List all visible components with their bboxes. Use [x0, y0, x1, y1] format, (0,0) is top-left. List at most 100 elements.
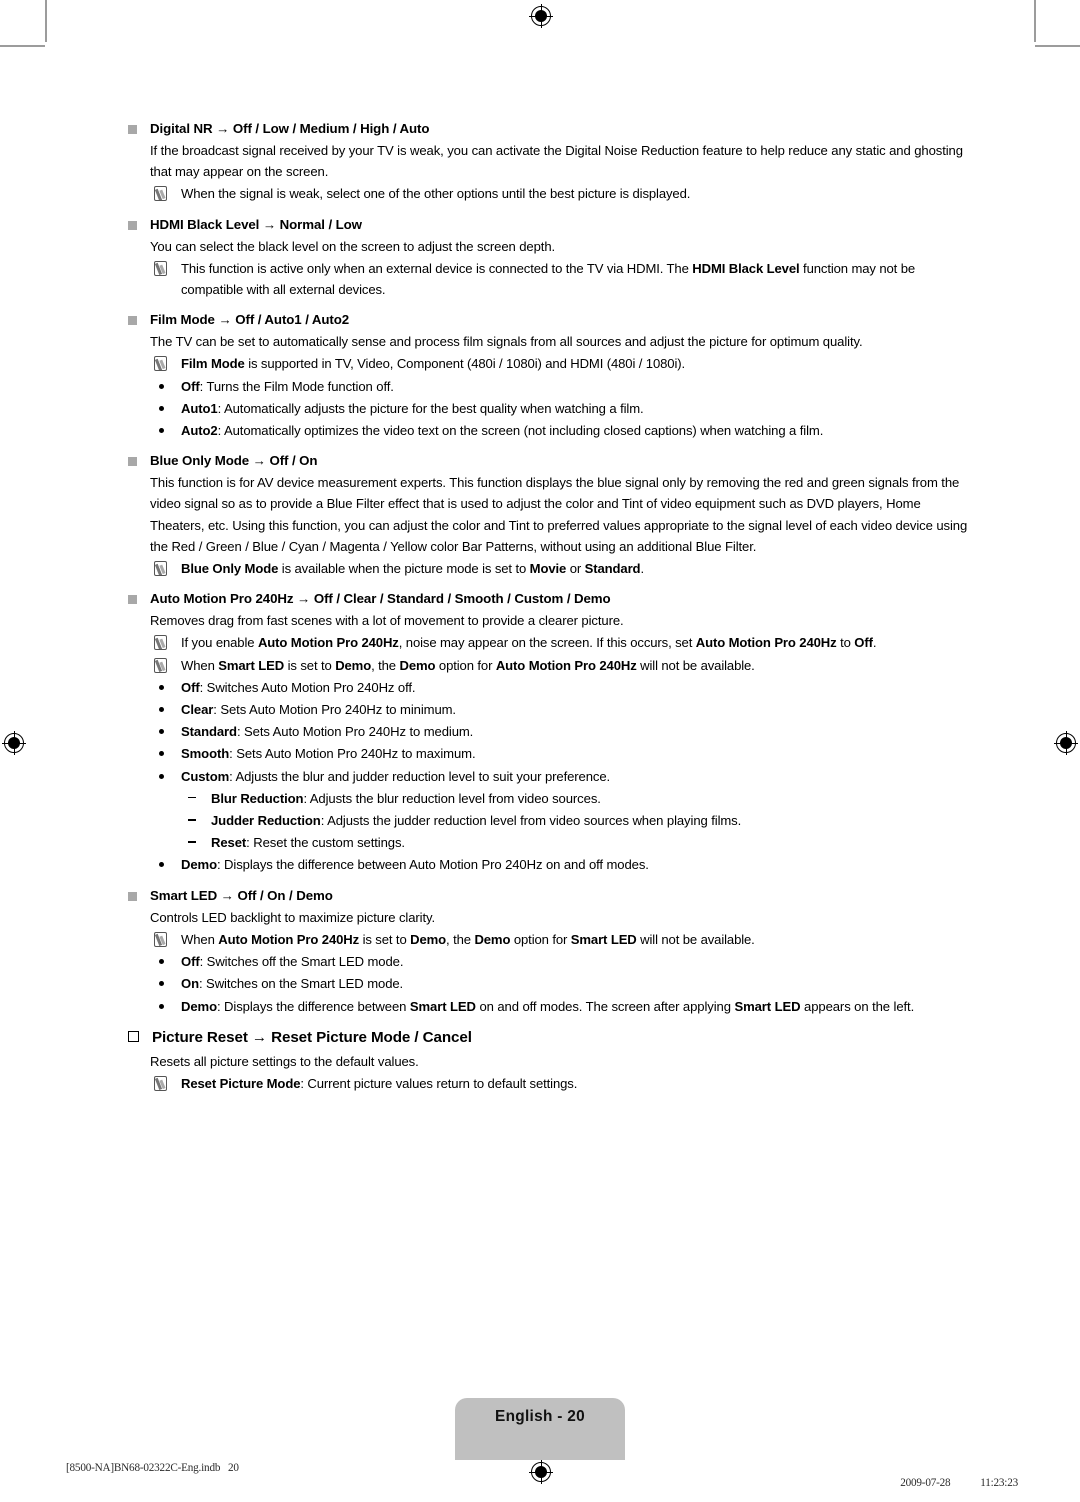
section-digital-nr: Digital NR → Off / Low / Medium / High /… [128, 118, 970, 205]
round-bullet-icon [159, 1003, 164, 1009]
note-line: Film Mode is supported in TV, Video, Com… [128, 353, 970, 374]
filled-square-bullet-icon [128, 891, 137, 901]
heading-term: Blue Only Mode [150, 453, 250, 469]
section-auto-motion-pro-240hz: Auto Motion Pro 240Hz → Off / Clear / St… [128, 588, 970, 875]
sub-bullet-item: Blur Reduction: Adjusts the blur reducti… [128, 788, 970, 809]
note-pencil-icon [154, 186, 167, 202]
footer-time: 11:23:23 [980, 1477, 1018, 1489]
manual-page: Digital NR → Off / Low / Medium / High /… [0, 0, 1080, 1489]
paragraph: You can select the black level on the sc… [150, 238, 556, 254]
round-bullet-icon [159, 959, 164, 965]
bullet-item: Demo: Displays the difference between Sm… [128, 996, 970, 1017]
note-line: When Smart LED is set to Demo, the Demo … [128, 655, 970, 676]
heading-term: HDMI Black Level [150, 216, 260, 232]
section-heading-picture-reset: Picture Reset → Reset Picture Mode / Can… [128, 1026, 970, 1050]
round-bullet-icon [159, 684, 164, 690]
crop-mark-top-left-vertical [45, 0, 47, 42]
paragraph: The TV can be set to automatically sense… [150, 334, 863, 350]
section-heading-digital-nr: Digital NR → Off / Low / Medium / High /… [128, 118, 970, 139]
note-line: This function is active only when an ext… [128, 258, 970, 300]
crop-mark-top-left-horizontal [0, 45, 45, 47]
dash-bullet-icon [188, 841, 196, 843]
note-line: When Auto Motion Pro 240Hz is set to Dem… [128, 929, 970, 950]
manual-body: Digital NR → Off / Low / Medium / High /… [128, 118, 970, 1106]
round-bullet-icon [159, 773, 164, 779]
registration-mark-bottom-center [529, 1460, 553, 1484]
heading-options: → Off / Clear / Standard / Smooth / Cust… [293, 591, 611, 607]
bullet-item: Off: Switches Auto Motion Pro 240Hz off. [128, 677, 970, 698]
registration-mark-top-center [529, 4, 553, 28]
registration-mark-right-middle [1054, 731, 1078, 755]
bullet-item: Clear: Sets Auto Motion Pro 240Hz to min… [128, 699, 970, 720]
note-line: When the signal is weak, select one of t… [128, 183, 970, 204]
footer-missing-glyphs [956, 1478, 978, 1490]
dash-bullet-icon [188, 796, 196, 799]
paragraph: If the broadcast signal received by your… [150, 143, 963, 180]
note-pencil-icon [154, 1075, 167, 1091]
note-pencil-icon [154, 657, 167, 673]
heading-options: → Off / On [249, 453, 318, 469]
dash-bullet-icon [188, 819, 196, 821]
outlined-square-bullet-icon [128, 1030, 139, 1042]
footer-date: 2009-07-28 [900, 1477, 951, 1489]
heading-term: Digital NR [150, 121, 213, 136]
round-bullet-icon [159, 405, 164, 411]
paragraph: This function is for AV device measureme… [150, 475, 968, 554]
filled-square-bullet-icon [128, 457, 137, 467]
note-line: Reset Picture Mode: Current picture valu… [128, 1073, 970, 1094]
note-line: Blue Only Mode is available when the pic… [128, 558, 970, 579]
heading-term: Auto Motion Pro 240Hz [150, 591, 294, 607]
round-bullet-icon [159, 383, 164, 389]
sub-bullet-item: Reset: Reset the custom settings. [128, 832, 970, 853]
bullet-item: Smooth: Sets Auto Motion Pro 240Hz to ma… [128, 743, 970, 764]
heading-options: → Off / Auto1 / Auto2 [214, 312, 350, 328]
round-bullet-icon [159, 707, 164, 713]
heading-options: → Reset Picture Mode / Cancel [247, 1028, 472, 1046]
section-picture-reset: Picture Reset → Reset Picture Mode / Can… [128, 1026, 970, 1094]
round-bullet-icon [159, 981, 164, 987]
bullet-item: Off: Turns the Film Mode function off. [128, 376, 970, 397]
bullet-item: Auto1: Automatically adjusts the picture… [128, 398, 970, 419]
round-bullet-icon [159, 729, 164, 735]
crop-mark-top-right-vertical [1034, 0, 1036, 42]
heading-options: → Normal / Low [259, 216, 362, 232]
sub-bullet-item: Judder Reduction: Adjusts the judder red… [128, 810, 970, 831]
round-bullet-icon [159, 862, 164, 868]
registration-mark-left-middle [2, 731, 26, 755]
note-line: If you enable Auto Motion Pro 240Hz, noi… [128, 632, 970, 653]
section-heading-smart-led: Smart LED → Off / On / Demo [128, 885, 970, 906]
bullet-item: On: Switches on the Smart LED mode. [128, 973, 970, 994]
page-number-label: English - 20 [495, 1408, 585, 1425]
footer-timestamp: 2009-07-28 11:23:23 [890, 1462, 1018, 1502]
bullet-item: Standard: Sets Auto Motion Pro 240Hz to … [128, 721, 970, 742]
bullet-item: Auto2: Automatically optimizes the video… [128, 420, 970, 441]
filled-square-bullet-icon [128, 316, 137, 326]
section-blue-only-mode: Blue Only Mode → Off / On This function i… [128, 450, 970, 579]
paragraph: Controls LED backlight to maximize pictu… [150, 909, 436, 925]
page-number-pill: English - 20 [455, 1398, 625, 1460]
filled-square-bullet-icon [128, 220, 137, 230]
note-pencil-icon [154, 260, 167, 276]
round-bullet-icon [159, 428, 164, 434]
section-film-mode: Film Mode → Off / Auto1 / Auto2 The TV ca… [128, 309, 970, 441]
paragraph: Removes drag from fast scenes with a lot… [150, 613, 624, 629]
heading-term: Film Mode [150, 312, 215, 328]
bullet-item: Demo: Displays the difference between Au… [128, 854, 970, 875]
bullet-item: Custom: Adjusts the blur and judder redu… [128, 766, 970, 787]
crop-mark-top-right-horizontal [1035, 45, 1080, 47]
note-pencil-icon [154, 931, 167, 947]
heading-options: → Off / On / Demo [217, 887, 333, 903]
bullet-item: Off: Switches off the Smart LED mode. [128, 951, 970, 972]
section-smart-led: Smart LED → Off / On / Demo Controls LED … [128, 885, 970, 1017]
footer-file-reference: [8500-NA]BN68-02322C-Eng.indb 20 [66, 1462, 239, 1474]
paragraph: Resets all picture settings to the defau… [150, 1053, 419, 1069]
section-heading-hdmi-black-level: HDMI Black Level → Normal / Low [128, 214, 970, 235]
filled-square-bullet-icon [128, 595, 137, 605]
filled-square-bullet-icon [128, 125, 137, 134]
